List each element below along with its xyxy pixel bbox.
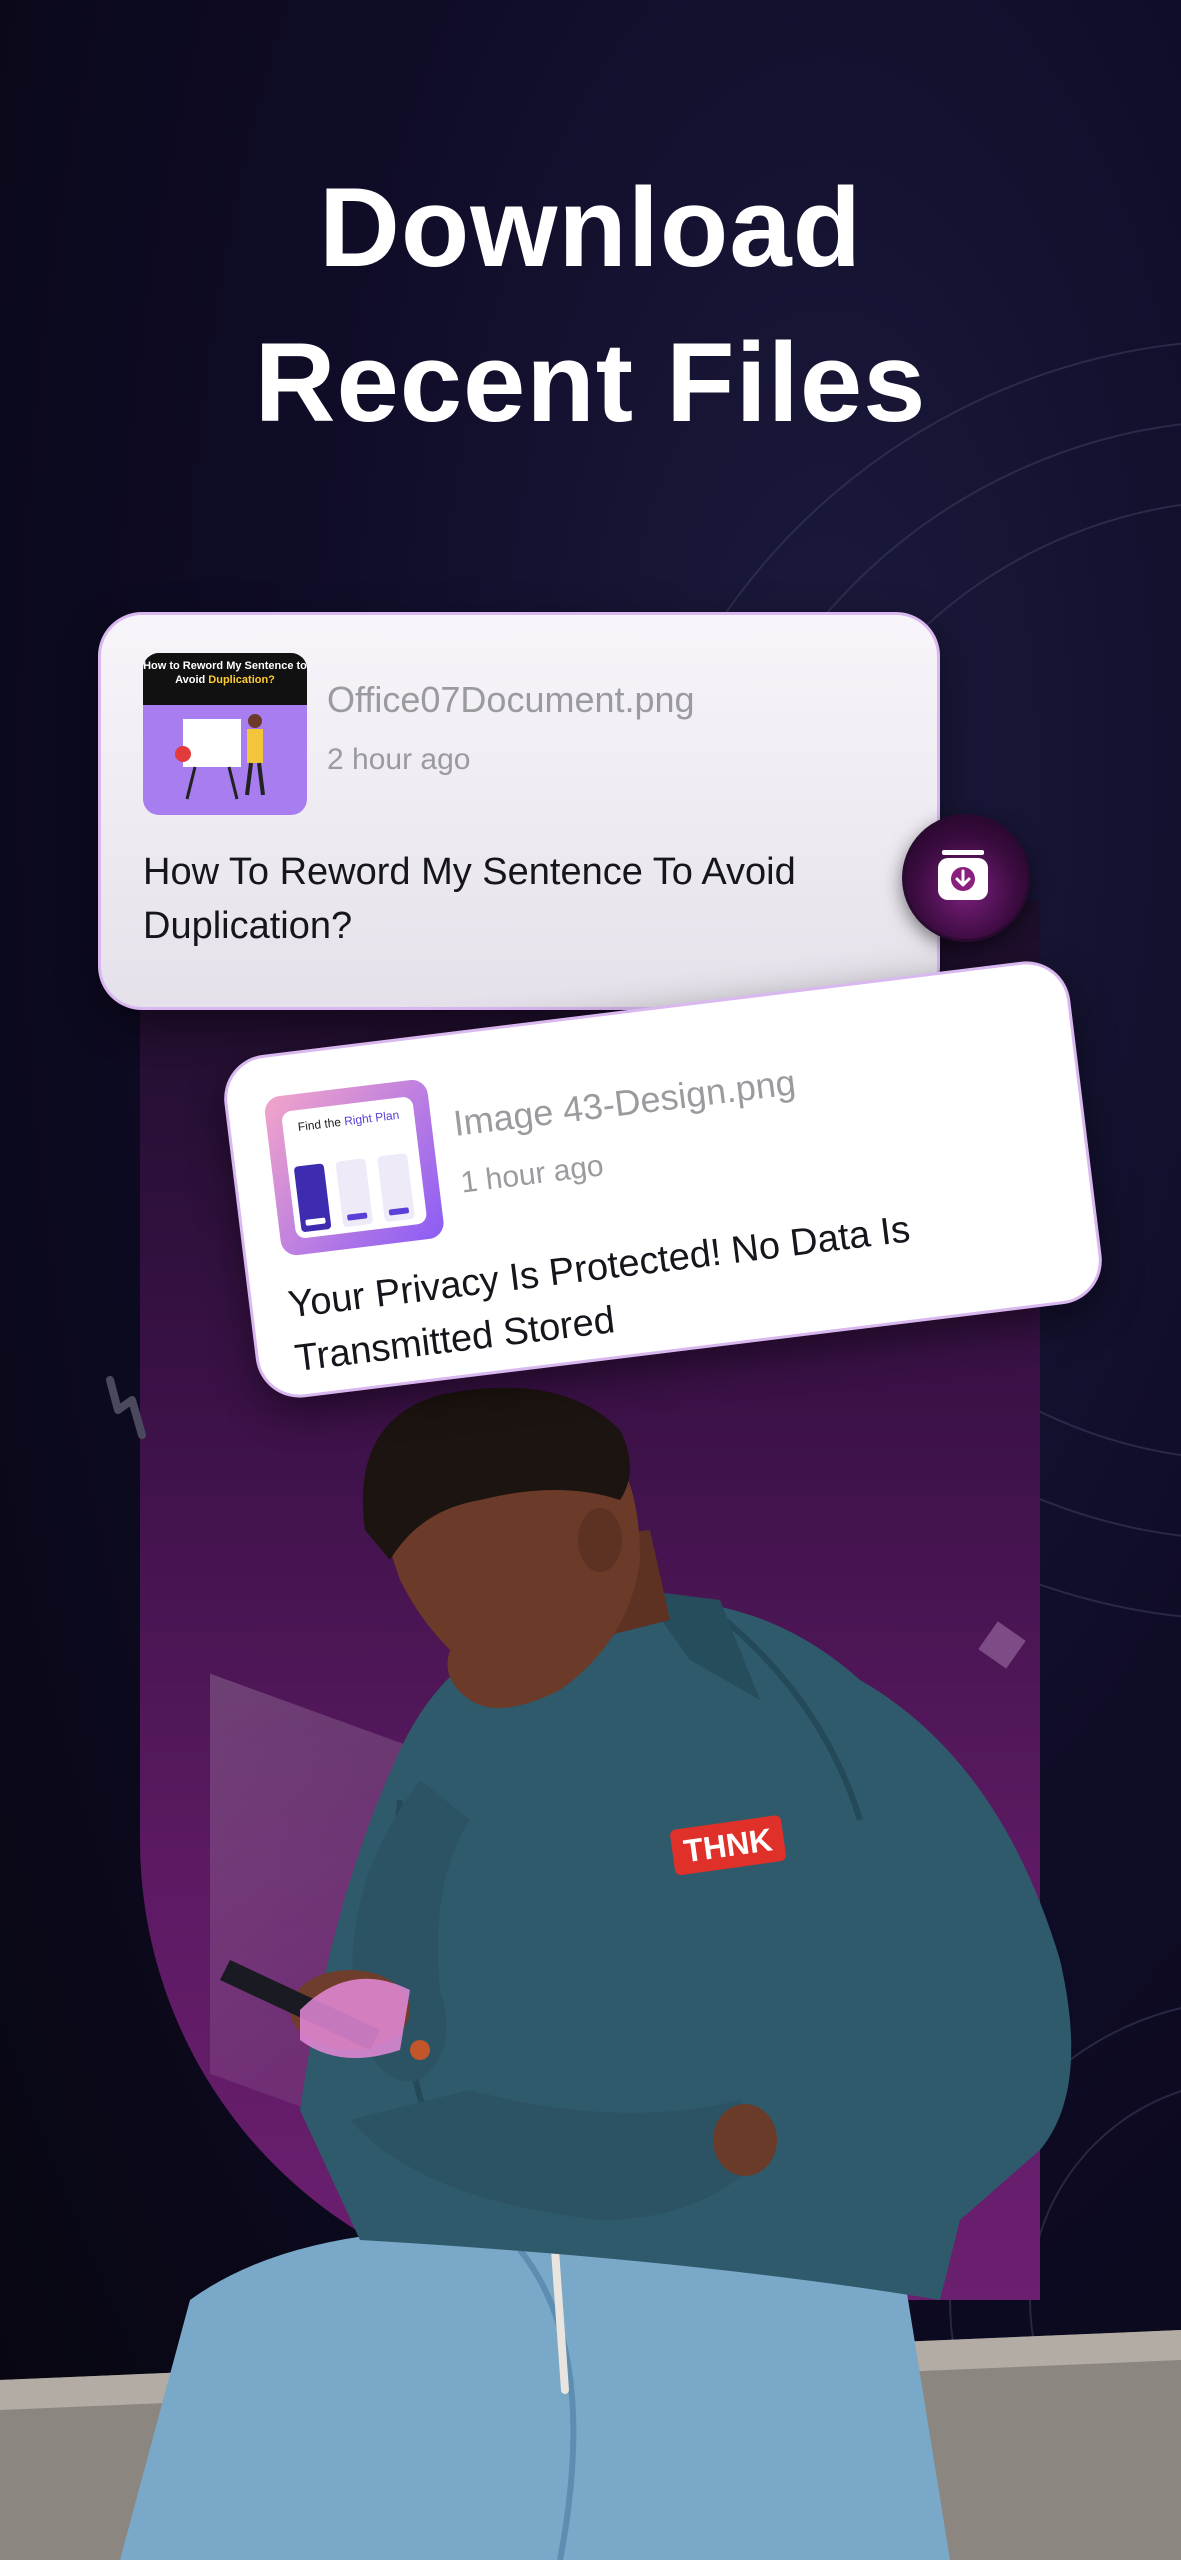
file-description: How To Reword My Sentence To Avoid Dupli…: [143, 845, 796, 953]
presentation-illustration-icon: [175, 714, 265, 800]
file-thumbnail: How to Reword My Sentence to Avoid Dupli…: [143, 653, 307, 815]
file-description-line-2: Duplication?: [143, 905, 353, 947]
thumbnail-title: How to Reword My Sentence to Avoid Dupli…: [143, 653, 307, 705]
file-time: 1 hour ago: [458, 1149, 606, 1200]
thumbnail-title-line-2: Avoid Duplication?: [143, 673, 307, 687]
thumbnail-title-highlight: Right Plan: [343, 1107, 401, 1129]
file-thumbnail: Find the Right Plan: [263, 1078, 446, 1257]
thumbnail-title: Find the Right Plan: [282, 1106, 415, 1136]
file-time: 2 hour ago: [327, 743, 471, 776]
file-name: Image 43-Design.png: [451, 1061, 798, 1144]
recent-file-card[interactable]: How to Reword My Sentence to Avoid Dupli…: [98, 612, 940, 1010]
thumbnail-title-plain: Find the: [296, 1114, 346, 1135]
file-name: Office07Document.png: [327, 679, 695, 720]
plan-column: [335, 1158, 374, 1228]
download-icon: [938, 850, 988, 900]
thumbnail-title-highlight: Duplication?: [208, 674, 275, 686]
plan-column: [293, 1163, 332, 1233]
thumbnail-title-plain: Avoid: [175, 674, 209, 686]
file-description-line-1: How To Reword My Sentence To Avoid: [143, 851, 796, 893]
thumbnail-title-line-1: How to Reword My Sentence to: [143, 660, 307, 672]
download-button[interactable]: [902, 814, 1030, 942]
plan-column: [377, 1153, 415, 1223]
